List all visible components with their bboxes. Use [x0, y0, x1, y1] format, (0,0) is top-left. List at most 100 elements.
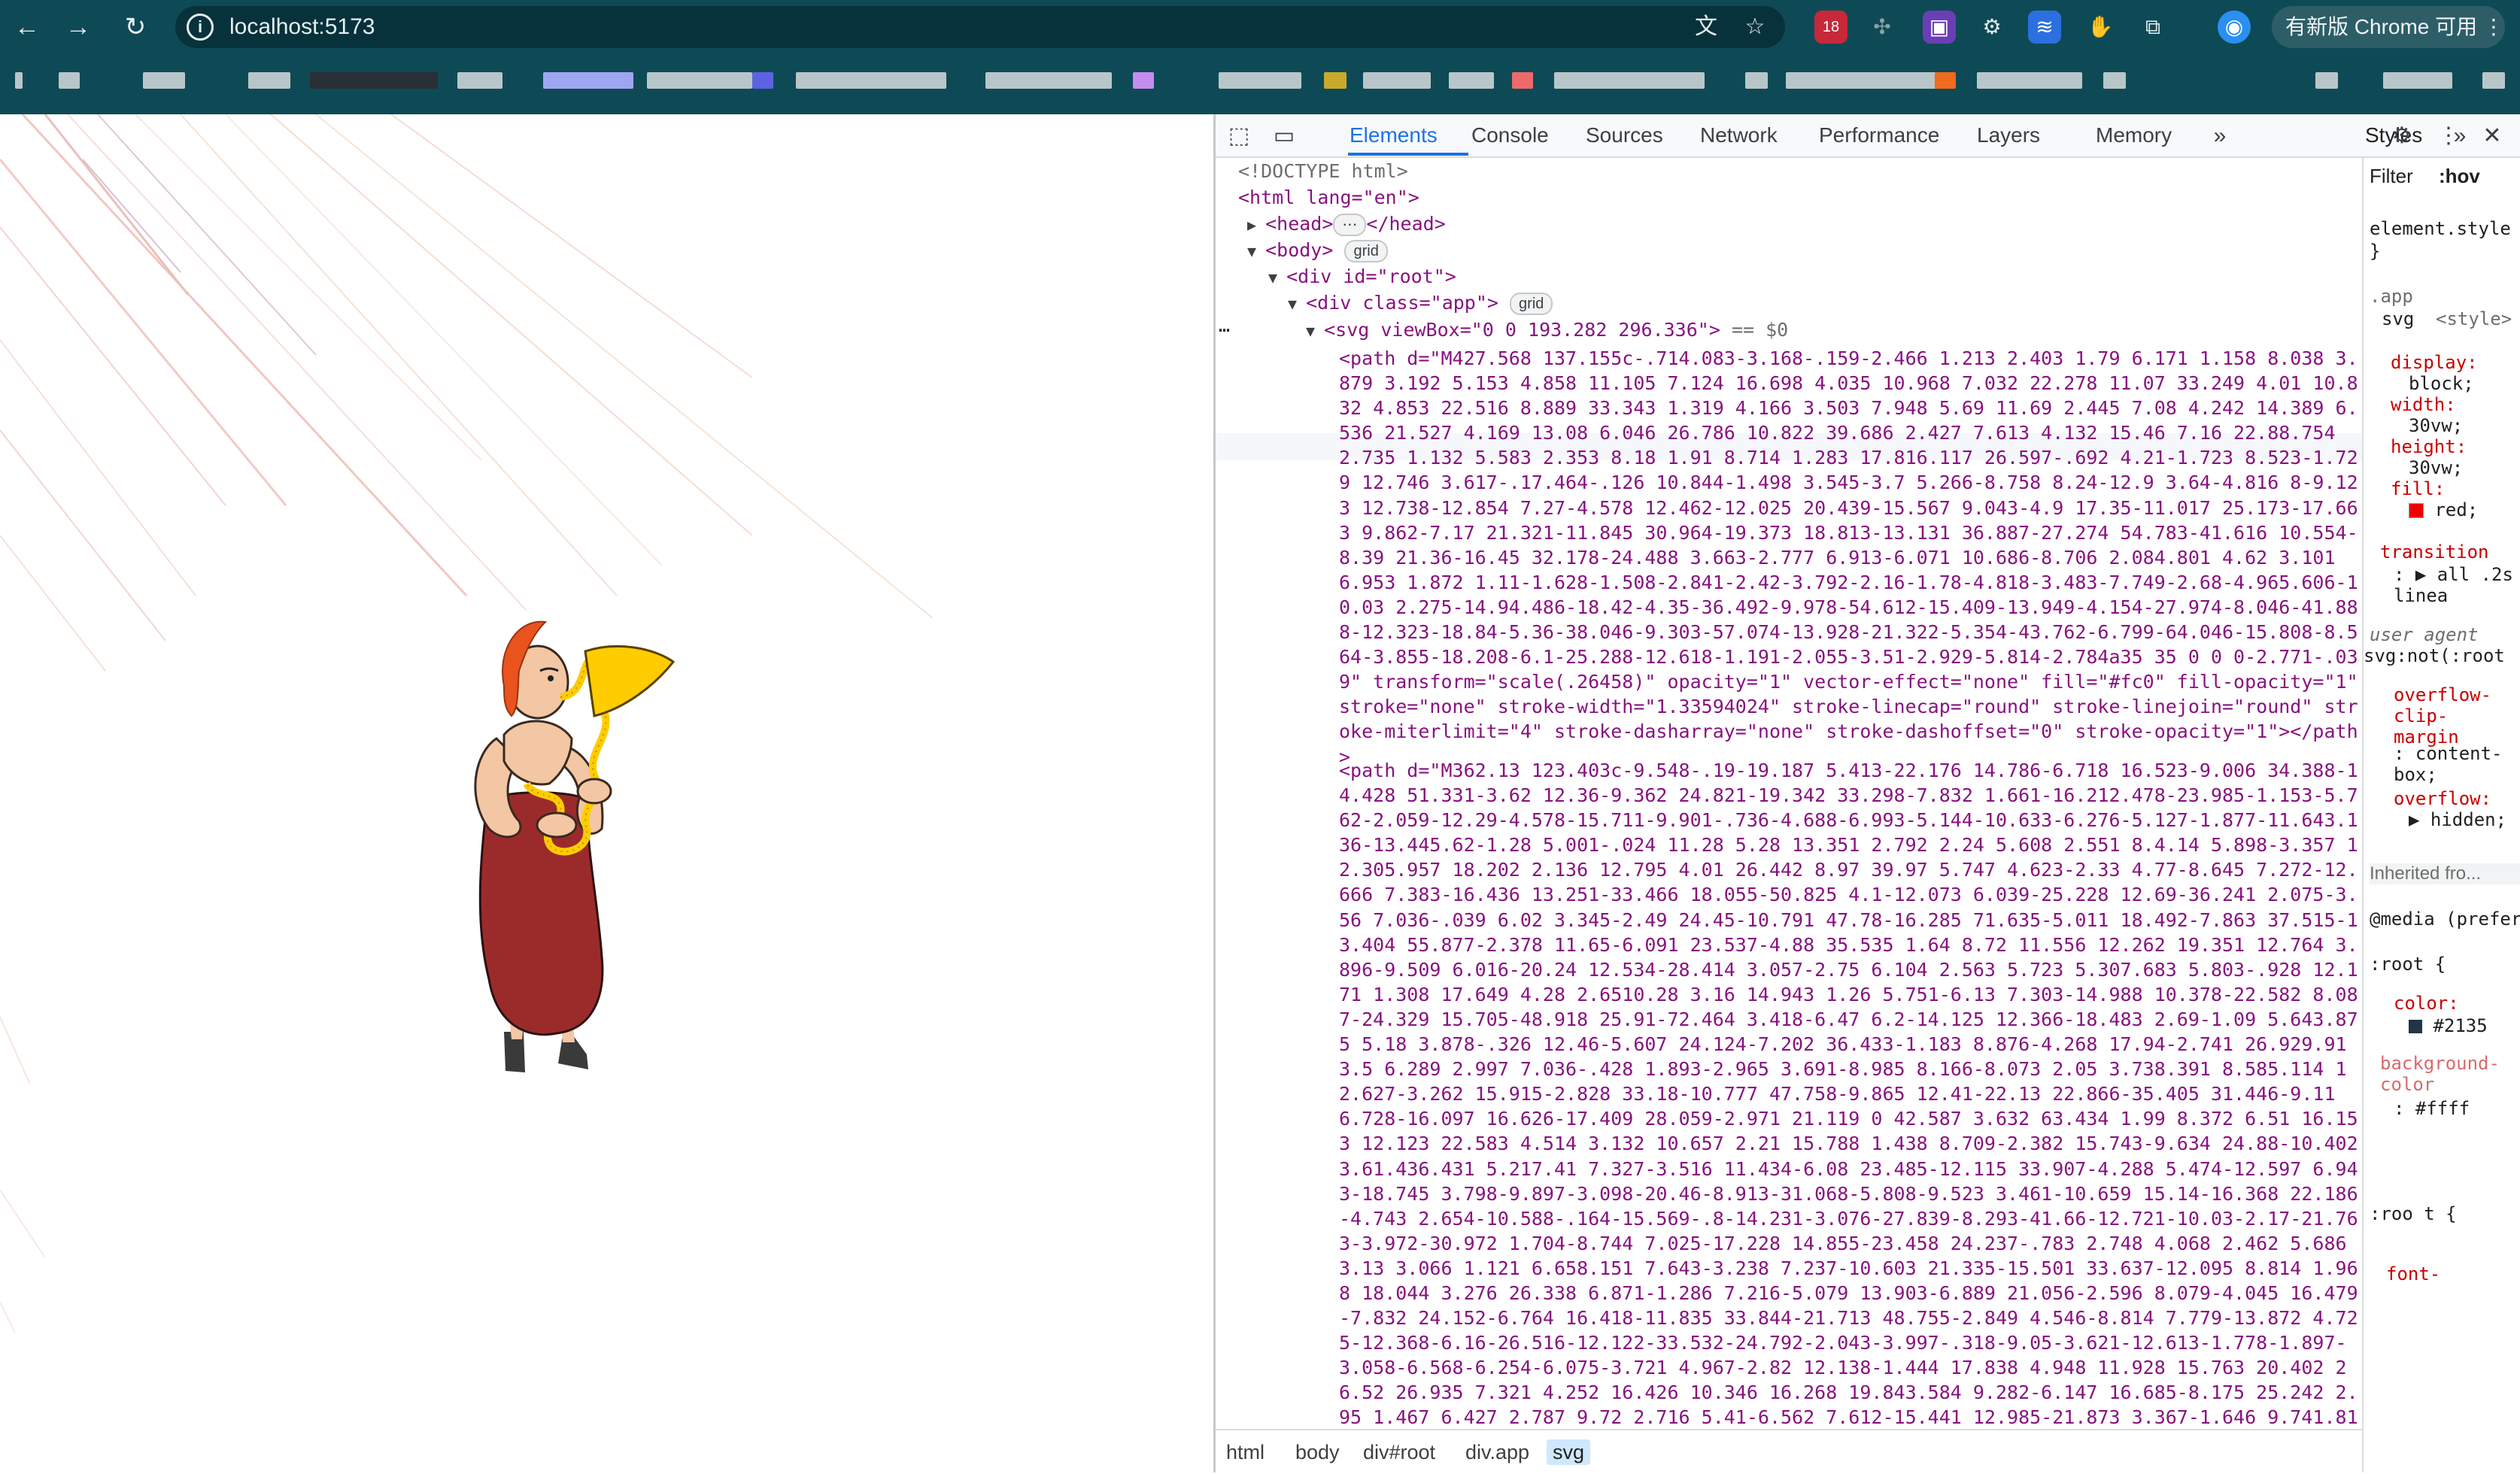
extension-icon[interactable]: ▣ [1923, 11, 1956, 44]
tab-elements[interactable]: Elements [1350, 122, 1438, 149]
prop-height[interactable]: height: [2391, 436, 2467, 457]
breadcrumb-html[interactable]: html [1220, 1439, 1271, 1465]
bookmark-item[interactable] [1219, 72, 1301, 89]
tree-line-body[interactable]: ▼ <body> grid [1247, 237, 1388, 265]
device-toolbar-icon[interactable]: ▭ [1270, 122, 1298, 150]
tab-console[interactable]: Console [1471, 122, 1549, 149]
bookmark-item[interactable] [1324, 72, 1347, 89]
extension-badge-icon[interactable]: 18 [1814, 11, 1847, 44]
val-color[interactable]: #2135 [2409, 1015, 2488, 1036]
bookmark-item[interactable] [457, 72, 502, 89]
breadcrumb-root[interactable]: div#root [1357, 1439, 1441, 1465]
translate-icon[interactable]: 文 [1693, 14, 1720, 41]
breadcrumb-app[interactable]: div.app [1459, 1439, 1535, 1465]
prop-width[interactable]: width: [2391, 394, 2456, 415]
bookmark-item[interactable] [1133, 72, 1154, 89]
url-text[interactable]: localhost:5173 [229, 11, 375, 44]
val-transition[interactable]: : ▶ all .2s linea [2394, 564, 2514, 606]
kebab-menu-icon[interactable]: ⋮ [2434, 122, 2463, 150]
tab-memory[interactable]: Memory [2096, 122, 2172, 149]
bookmark-item[interactable] [796, 72, 946, 89]
page-viewport [0, 114, 1213, 1472]
bookmark-item[interactable] [1745, 72, 1768, 89]
bookmark-item[interactable] [2103, 72, 2126, 89]
tree-line-svg[interactable]: ▼ <svg viewBox="0 0 193.282 296.336"> ==… [1306, 317, 1788, 344]
elements-tree: <!DOCTYPE html> <html lang="en"> ▶ <head… [1216, 158, 2362, 1429]
breadcrumb-svg[interactable]: svg [1547, 1439, 1591, 1465]
address-bar[interactable] [175, 6, 1785, 48]
extensions-icon[interactable]: ⧉ [2136, 11, 2169, 44]
close-icon[interactable]: ✕ [2478, 122, 2506, 150]
val-height[interactable]: 30vw; [2409, 457, 2463, 478]
val-display[interactable]: block; [2409, 373, 2474, 394]
user-agent-label: user agent [2370, 624, 2479, 645]
bookmark-item[interactable] [248, 72, 290, 89]
tree-line-doctype[interactable]: <!DOCTYPE html> [1238, 158, 1408, 184]
prop-font[interactable]: font- [2386, 1263, 2440, 1284]
tree-line-root[interactable]: ▼ <div id="root"> [1268, 263, 1456, 291]
bookmark-item[interactable] [1449, 72, 1494, 89]
bookmark-item[interactable] [543, 72, 633, 89]
styles-pane: Filter :hov element.style { } .app svg <… [2362, 158, 2520, 1472]
tree-line-app[interactable]: ▼ <div class="app"> grid [1288, 290, 1553, 317]
ellipsis-badge: ⋯ [1333, 214, 1367, 236]
ellipsis-gutter-icon[interactable]: ⋯ [1219, 317, 1230, 343]
info-icon[interactable]: i [187, 14, 214, 41]
expand-triangle-icon: ▶ [1247, 216, 1266, 234]
root-rule-selector-2: :roo t { [2370, 1203, 2457, 1224]
bookmark-item[interactable] [2482, 72, 2505, 89]
prop-color[interactable]: color: [2394, 993, 2459, 1014]
bookmark-item[interactable] [2383, 72, 2452, 89]
bookmark-item[interactable] [1935, 72, 1956, 89]
prop-fill[interactable]: fill: [2391, 478, 2445, 499]
bookmark-item[interactable] [1554, 72, 1705, 89]
collapse-triangle-icon: ▼ [1288, 295, 1307, 313]
tree-line-html[interactable]: <html lang="en"> [1238, 184, 1419, 211]
update-chrome-button[interactable]: 有新版 Chrome 可用 ⋮ [2272, 6, 2505, 48]
extension-icon[interactable]: ≋ [2028, 11, 2061, 44]
bookmark-item[interactable] [1363, 72, 1431, 89]
tree-line-path-1[interactable]: <path d="M427.568 137.155c-.714.083-3.16… [1339, 346, 2358, 769]
profile-icon[interactable]: ◉ [2218, 11, 2251, 44]
bookmark-item[interactable] [15, 72, 23, 89]
bookmark-item[interactable] [143, 72, 185, 89]
hov-toggle[interactable]: :hov [2439, 165, 2480, 187]
right-hand [576, 778, 612, 805]
forward-arrow-icon[interactable]: → [62, 11, 95, 44]
tab-network[interactable]: Network [1700, 122, 1778, 149]
tree-line-head[interactable]: ▶ <head> ⋯ </head> [1247, 211, 1446, 238]
more-tabs-icon[interactable]: » [2206, 122, 2234, 150]
bookmark-item[interactable] [310, 72, 438, 89]
extension-icon[interactable]: ✋ [2084, 11, 2117, 44]
tree-line-path-2[interactable]: <path d="M362.13 123.403c-9.548-.19-19.1… [1339, 758, 2358, 1429]
tab-sources[interactable]: Sources [1586, 122, 1663, 149]
prop-display[interactable]: display: [2391, 352, 2478, 373]
val-width[interactable]: 30vw; [2409, 415, 2463, 436]
tab-performance[interactable]: Performance [1819, 122, 1939, 149]
bookmark-item[interactable] [1512, 72, 1533, 89]
val-background-color[interactable]: : #ffff [2394, 1098, 2470, 1119]
val-overflow-clip-margin: : content-box; [2394, 743, 2503, 785]
inspect-icon[interactable]: ⬚ [1225, 122, 1253, 150]
extension-gear-icon[interactable]: ⚙ [1975, 11, 2008, 44]
style-source-link[interactable]: <style> [2436, 308, 2512, 329]
breadcrumb-body[interactable]: body [1289, 1439, 1346, 1465]
tab-layers[interactable]: Layers [1977, 122, 2040, 149]
bookmark-item[interactable] [59, 72, 80, 89]
prop-background-color[interactable]: background-color [2380, 1053, 2508, 1095]
prop-overflow-clip-margin: overflow-clip-margin [2394, 684, 2492, 748]
bookmark-item[interactable] [1786, 72, 1936, 89]
bookmark-item[interactable] [2315, 72, 2338, 89]
star-icon[interactable]: ☆ [1741, 14, 1769, 41]
filter-label[interactable]: Filter [2370, 165, 2413, 187]
val-fill[interactable]: red; [2409, 499, 2478, 520]
bookmark-item[interactable] [985, 72, 1112, 89]
bookmark-item[interactable] [1977, 72, 2082, 89]
prop-transition[interactable]: transition [2380, 541, 2489, 563]
extension-icon[interactable]: ✣ [1866, 11, 1899, 44]
back-arrow-icon[interactable]: ← [11, 11, 44, 44]
reload-icon[interactable]: ↻ [119, 11, 152, 44]
bookmark-item[interactable] [647, 72, 752, 89]
bookmark-item[interactable] [752, 72, 773, 89]
settings-icon[interactable]: ⚙ [2388, 122, 2416, 150]
